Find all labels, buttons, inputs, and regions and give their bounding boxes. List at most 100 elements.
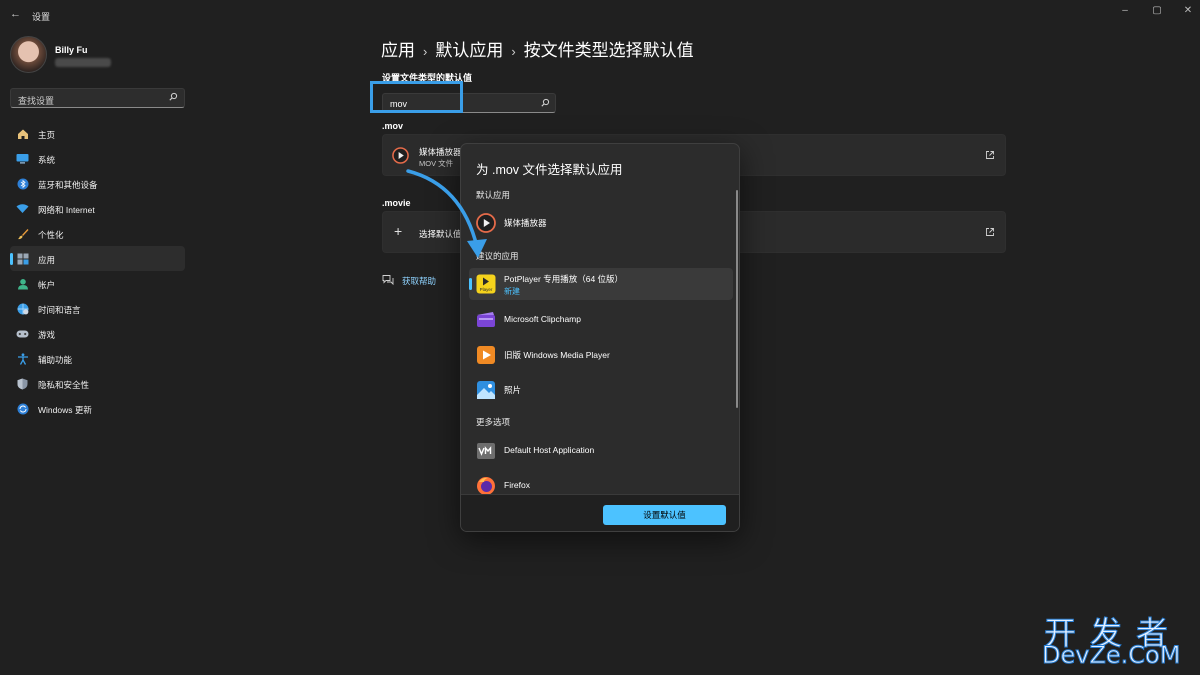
shield-icon bbox=[16, 377, 29, 390]
sidebar-item-accessibility[interactable]: 辅助功能 bbox=[10, 346, 185, 371]
app-option-windows-media-player[interactable]: 旧版 Windows Media Player bbox=[469, 339, 733, 371]
app-option-default-host[interactable]: Default Host Application bbox=[469, 435, 733, 467]
sidebar-item-time-language[interactable]: 时间和语言 bbox=[10, 296, 185, 321]
sidebar-item-label: 系统 bbox=[38, 155, 56, 165]
sidebar-item-windows-update[interactable]: Windows 更新 bbox=[10, 396, 185, 421]
globe-clock-icon bbox=[16, 302, 29, 315]
breadcrumb-separator: › bbox=[423, 44, 428, 59]
vmware-icon bbox=[477, 443, 495, 459]
wmp-icon bbox=[477, 346, 495, 364]
sidebar-item-personalization[interactable]: 个性化 bbox=[10, 221, 185, 246]
get-help-link[interactable]: 获取帮助 bbox=[402, 275, 436, 287]
minimize-button[interactable]: – bbox=[1118, 5, 1132, 17]
help-chat-icon bbox=[382, 275, 394, 286]
sidebar-item-network[interactable]: 网络和 Internet bbox=[10, 196, 185, 221]
wifi-icon bbox=[16, 202, 29, 215]
app-name: Microsoft Clipchamp bbox=[504, 314, 581, 324]
media-player-icon bbox=[476, 213, 496, 233]
search-icon bbox=[541, 98, 550, 107]
suggested-apps-section-label: 建议的应用 bbox=[476, 251, 519, 261]
app-option-photos[interactable]: 照片 bbox=[469, 374, 733, 406]
default-app-row[interactable]: 媒体播放器 bbox=[469, 207, 733, 239]
dialog-scrollbar[interactable] bbox=[736, 190, 738, 408]
app-name: Firefox bbox=[504, 480, 530, 490]
media-player-icon bbox=[392, 147, 409, 164]
breadcrumb: 应用 › 默认应用 › 按文件类型选择默认值 bbox=[381, 36, 694, 61]
app-name: 照片 bbox=[504, 385, 522, 395]
brush-icon bbox=[16, 227, 29, 240]
page-title: 按文件类型选择默认值 bbox=[523, 41, 694, 60]
app-option-potplayer[interactable]: Player PotPlayer 专用播放（64 位版） 新建 bbox=[469, 268, 733, 300]
sidebar-item-gaming[interactable]: 游戏 bbox=[10, 321, 185, 346]
choose-default-app-dialog: 为 .mov 文件选择默认应用 默认应用 媒体播放器 建议的应用 Player … bbox=[460, 143, 740, 532]
photos-icon bbox=[477, 381, 495, 399]
sidebar-item-home[interactable]: 主页 bbox=[10, 121, 185, 146]
search-highlight-box bbox=[370, 81, 463, 113]
user-name: Billy Fu bbox=[55, 45, 88, 55]
sidebar-item-label: Windows 更新 bbox=[38, 405, 92, 415]
sidebar-item-label: 网络和 Internet bbox=[38, 205, 95, 215]
sidebar-item-label: 应用 bbox=[38, 255, 56, 265]
sidebar-item-label: 辅助功能 bbox=[38, 355, 73, 365]
sidebar-item-accounts[interactable]: 帐户 bbox=[10, 271, 185, 296]
default-app-section-label: 默认应用 bbox=[476, 190, 511, 200]
system-icon bbox=[16, 152, 29, 165]
ext-label-mov: .mov bbox=[382, 121, 404, 131]
app-name: Default Host Application bbox=[504, 445, 595, 455]
ext-label-movie: .movie bbox=[382, 198, 411, 208]
home-icon bbox=[16, 127, 29, 140]
open-external-icon[interactable] bbox=[985, 150, 995, 160]
clipchamp-icon bbox=[477, 312, 495, 327]
update-icon bbox=[16, 402, 29, 415]
maximize-button[interactable]: ▢ bbox=[1150, 5, 1164, 17]
mov-file-type: MOV 文件 bbox=[419, 159, 454, 168]
user-profile[interactable]: Billy Fu bbox=[10, 36, 190, 76]
breadcrumb-default-apps[interactable]: 默认应用 bbox=[435, 41, 503, 60]
gamepad-icon bbox=[16, 327, 29, 340]
more-options-section-label: 更多选项 bbox=[476, 417, 511, 427]
plus-icon: + bbox=[394, 223, 403, 239]
watermark: 开发者 DevZe.CoM bbox=[1040, 608, 1195, 670]
sidebar-item-label: 蓝牙和其他设备 bbox=[38, 180, 98, 190]
user-email-blurred bbox=[55, 58, 111, 67]
svg-text:Player: Player bbox=[480, 287, 493, 292]
sidebar-item-label: 隐私和安全性 bbox=[38, 380, 90, 390]
watermark-line2: DevZe.CoM bbox=[1041, 641, 1181, 670]
settings-search-input[interactable]: 查找设置 bbox=[10, 88, 185, 108]
sidebar-item-label: 游戏 bbox=[38, 330, 56, 340]
apps-icon bbox=[16, 252, 29, 265]
dialog-title: 为 .mov 文件选择默认应用 bbox=[476, 163, 623, 177]
selection-indicator bbox=[469, 278, 472, 290]
close-button[interactable]: ✕ bbox=[1181, 5, 1195, 17]
bluetooth-icon bbox=[16, 177, 29, 190]
set-default-button[interactable]: 设置默认值 bbox=[603, 505, 726, 525]
sidebar-item-apps[interactable]: 应用 bbox=[10, 246, 185, 271]
window-title: 设置 bbox=[32, 12, 51, 22]
search-placeholder: 查找设置 bbox=[18, 96, 55, 106]
sidebar-item-label: 时间和语言 bbox=[38, 305, 81, 315]
app-option-clipchamp[interactable]: Microsoft Clipchamp bbox=[469, 304, 733, 336]
sidebar-item-label: 主页 bbox=[38, 130, 56, 140]
mov-app-name: 媒体播放器 bbox=[419, 147, 462, 157]
sidebar-item-system[interactable]: 系统 bbox=[10, 146, 185, 171]
sidebar-item-label: 帐户 bbox=[38, 280, 56, 290]
account-icon bbox=[16, 277, 29, 290]
back-arrow-icon[interactable]: ← bbox=[10, 8, 22, 20]
search-icon bbox=[169, 92, 178, 101]
breadcrumb-separator: › bbox=[511, 44, 516, 59]
app-name: 媒体播放器 bbox=[504, 218, 547, 228]
potplayer-icon: Player bbox=[476, 274, 496, 294]
sidebar-item-privacy[interactable]: 隐私和安全性 bbox=[10, 371, 185, 396]
sidebar-item-label: 个性化 bbox=[38, 230, 64, 240]
selection-indicator bbox=[10, 253, 13, 265]
title-bar: ← 设置 – ▢ ✕ bbox=[0, 0, 1200, 30]
app-name: 旧版 Windows Media Player bbox=[504, 350, 610, 360]
avatar bbox=[10, 36, 47, 73]
new-tag: 新建 bbox=[504, 287, 520, 296]
app-name: PotPlayer 专用播放（64 位版） bbox=[504, 274, 624, 284]
sidebar-nav: 主页 系统 蓝牙和其他设备 网络和 Internet 个性化 应用 帐户 时间和… bbox=[10, 121, 185, 421]
dialog-footer: 设置默认值 bbox=[461, 494, 739, 531]
breadcrumb-apps[interactable]: 应用 bbox=[381, 41, 415, 60]
open-external-icon[interactable] bbox=[985, 227, 995, 237]
sidebar-item-bluetooth[interactable]: 蓝牙和其他设备 bbox=[10, 171, 185, 196]
